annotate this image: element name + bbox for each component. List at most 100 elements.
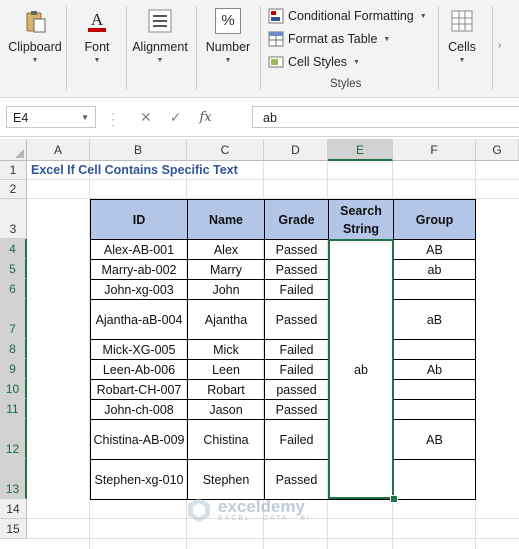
row-header-2[interactable]: 2: [0, 180, 27, 199]
column-header-b[interactable]: B: [90, 139, 187, 161]
number-button[interactable]: % Number ▼: [200, 0, 256, 97]
table-header-name[interactable]: Name: [188, 200, 265, 240]
cell-id[interactable]: Ajantha-aB-004: [91, 300, 188, 340]
formula-input[interactable]: ab: [252, 106, 519, 128]
cell-group[interactable]: [394, 460, 476, 500]
cell-grade[interactable]: Failed: [265, 340, 329, 360]
cell-grade[interactable]: Passed: [265, 460, 329, 500]
cancel-icon[interactable]: ✕: [140, 109, 152, 126]
row-header-3[interactable]: 3: [0, 199, 27, 239]
formula-bar-grip-icon[interactable]: · · ·: [111, 107, 115, 131]
column-header-d[interactable]: D: [264, 139, 328, 161]
column-header-g[interactable]: G: [476, 139, 519, 161]
enter-icon[interactable]: ✓: [170, 109, 182, 126]
cell-name[interactable]: Ajantha: [188, 300, 265, 340]
cell-name[interactable]: Chistina: [188, 420, 265, 460]
font-label: Font: [84, 40, 110, 54]
cell-grade[interactable]: Passed: [265, 300, 329, 340]
table-header-grade[interactable]: Grade: [265, 200, 329, 240]
row-header-11[interactable]: 11: [0, 399, 27, 419]
row-header-9[interactable]: 9: [0, 359, 27, 379]
row-header-5[interactable]: 5: [0, 259, 27, 279]
row-header-8[interactable]: 8: [0, 339, 27, 359]
row-header-10[interactable]: 10: [0, 379, 27, 399]
cell-styles-button[interactable]: Cell Styles ▼: [268, 52, 360, 72]
conditional-formatting-button[interactable]: Conditional Formatting ▼: [268, 6, 427, 26]
cell-id[interactable]: Stephen-xg-010: [91, 460, 188, 500]
font-icon: A: [88, 10, 106, 32]
cell-id[interactable]: Chistina-AB-009: [91, 420, 188, 460]
watermark-name: exceldemy: [218, 496, 305, 516]
cell-group[interactable]: AB: [394, 420, 476, 460]
row-header-7[interactable]: 7: [0, 299, 27, 339]
cell-group[interactable]: ab: [394, 260, 476, 280]
insert-function-icon[interactable]: fx: [199, 110, 211, 125]
cells-button[interactable]: Cells ▼: [442, 0, 482, 97]
cell-group[interactable]: [394, 400, 476, 420]
table-header-group[interactable]: Group: [394, 200, 476, 240]
cell-name[interactable]: John: [188, 280, 265, 300]
row-header-15[interactable]: 15: [0, 519, 27, 539]
column-header-f[interactable]: F: [393, 139, 476, 161]
formula-bar-buttons: ✕ ✓ fx: [140, 106, 245, 128]
cell-id[interactable]: Leen-Ab-006: [91, 360, 188, 380]
row-header-13[interactable]: 13: [0, 459, 27, 499]
cell-id[interactable]: Mick-XG-005: [91, 340, 188, 360]
cell-id[interactable]: Marry-ab-002: [91, 260, 188, 280]
cell-name[interactable]: Mick: [188, 340, 265, 360]
chevron-down-icon[interactable]: ▼: [81, 107, 89, 129]
cell-grade[interactable]: Failed: [265, 420, 329, 460]
cell-group[interactable]: aB: [394, 300, 476, 340]
cell-grade[interactable]: Passed: [265, 240, 329, 260]
cell-name[interactable]: Marry: [188, 260, 265, 280]
column-header-a[interactable]: A: [27, 139, 90, 161]
cell-grade[interactable]: Passed: [265, 400, 329, 420]
cell-name[interactable]: Alex: [188, 240, 265, 260]
cell-grade[interactable]: Passed: [265, 260, 329, 280]
row-header-4[interactable]: 4: [0, 239, 27, 259]
row-header-14[interactable]: 14: [0, 499, 27, 519]
fill-handle[interactable]: [390, 495, 398, 503]
cell-name[interactable]: Robart: [188, 380, 265, 400]
gridline: [27, 179, 519, 180]
divider: [438, 6, 439, 90]
cell-grade[interactable]: Failed: [265, 360, 329, 380]
font-button[interactable]: A Font ▼: [70, 0, 124, 97]
cell-id[interactable]: Robart-CH-007: [91, 380, 188, 400]
chevron-down-icon: ▼: [156, 57, 164, 64]
cell-grade[interactable]: Failed: [265, 280, 329, 300]
cell-name[interactable]: Jason: [188, 400, 265, 420]
clipboard-label: Clipboard: [8, 40, 62, 54]
cell-group[interactable]: [394, 340, 476, 360]
name-box[interactable]: E4 ▼: [6, 106, 96, 128]
table-header-id[interactable]: ID: [91, 200, 188, 240]
cell-id[interactable]: John-ch-008: [91, 400, 188, 420]
search-string-cell[interactable]: ab: [329, 240, 394, 500]
cell-group[interactable]: [394, 280, 476, 300]
table-header-search-string[interactable]: Search String: [329, 200, 394, 240]
cell-group[interactable]: AB: [394, 240, 476, 260]
worksheet-grid[interactable]: A B C D E F G 1 2 3 4 5 6 7 8 9 10 11 12…: [0, 139, 519, 549]
exceldemy-logo-icon: [188, 498, 210, 522]
name-box-value: E4: [13, 111, 29, 125]
row-header-12[interactable]: 12: [0, 419, 27, 459]
cell-grade[interactable]: passed: [265, 380, 329, 400]
format-as-table-button[interactable]: Format as Table ▼: [268, 29, 390, 49]
cells-icon: [451, 10, 473, 32]
cell-id[interactable]: John-xg-003: [91, 280, 188, 300]
row-header-6[interactable]: 6: [0, 279, 27, 299]
ribbon-scroll-right-icon[interactable]: ›: [498, 40, 501, 51]
cell-name[interactable]: Leen: [188, 360, 265, 380]
clipboard-button[interactable]: Clipboard ▼: [4, 0, 66, 97]
column-header-e[interactable]: E: [328, 139, 393, 161]
cell-group[interactable]: [394, 380, 476, 400]
column-header-c[interactable]: C: [187, 139, 264, 161]
cell-group[interactable]: Ab: [394, 360, 476, 380]
cell-id[interactable]: Alex-AB-001: [91, 240, 188, 260]
alignment-button[interactable]: Alignment ▼: [130, 0, 190, 97]
cell-name[interactable]: Stephen: [188, 460, 265, 500]
select-all-button[interactable]: [0, 139, 27, 161]
format-as-table-label: Format as Table: [288, 32, 378, 46]
chevron-down-icon: ▼: [383, 35, 391, 43]
row-header-1[interactable]: 1: [0, 161, 27, 180]
